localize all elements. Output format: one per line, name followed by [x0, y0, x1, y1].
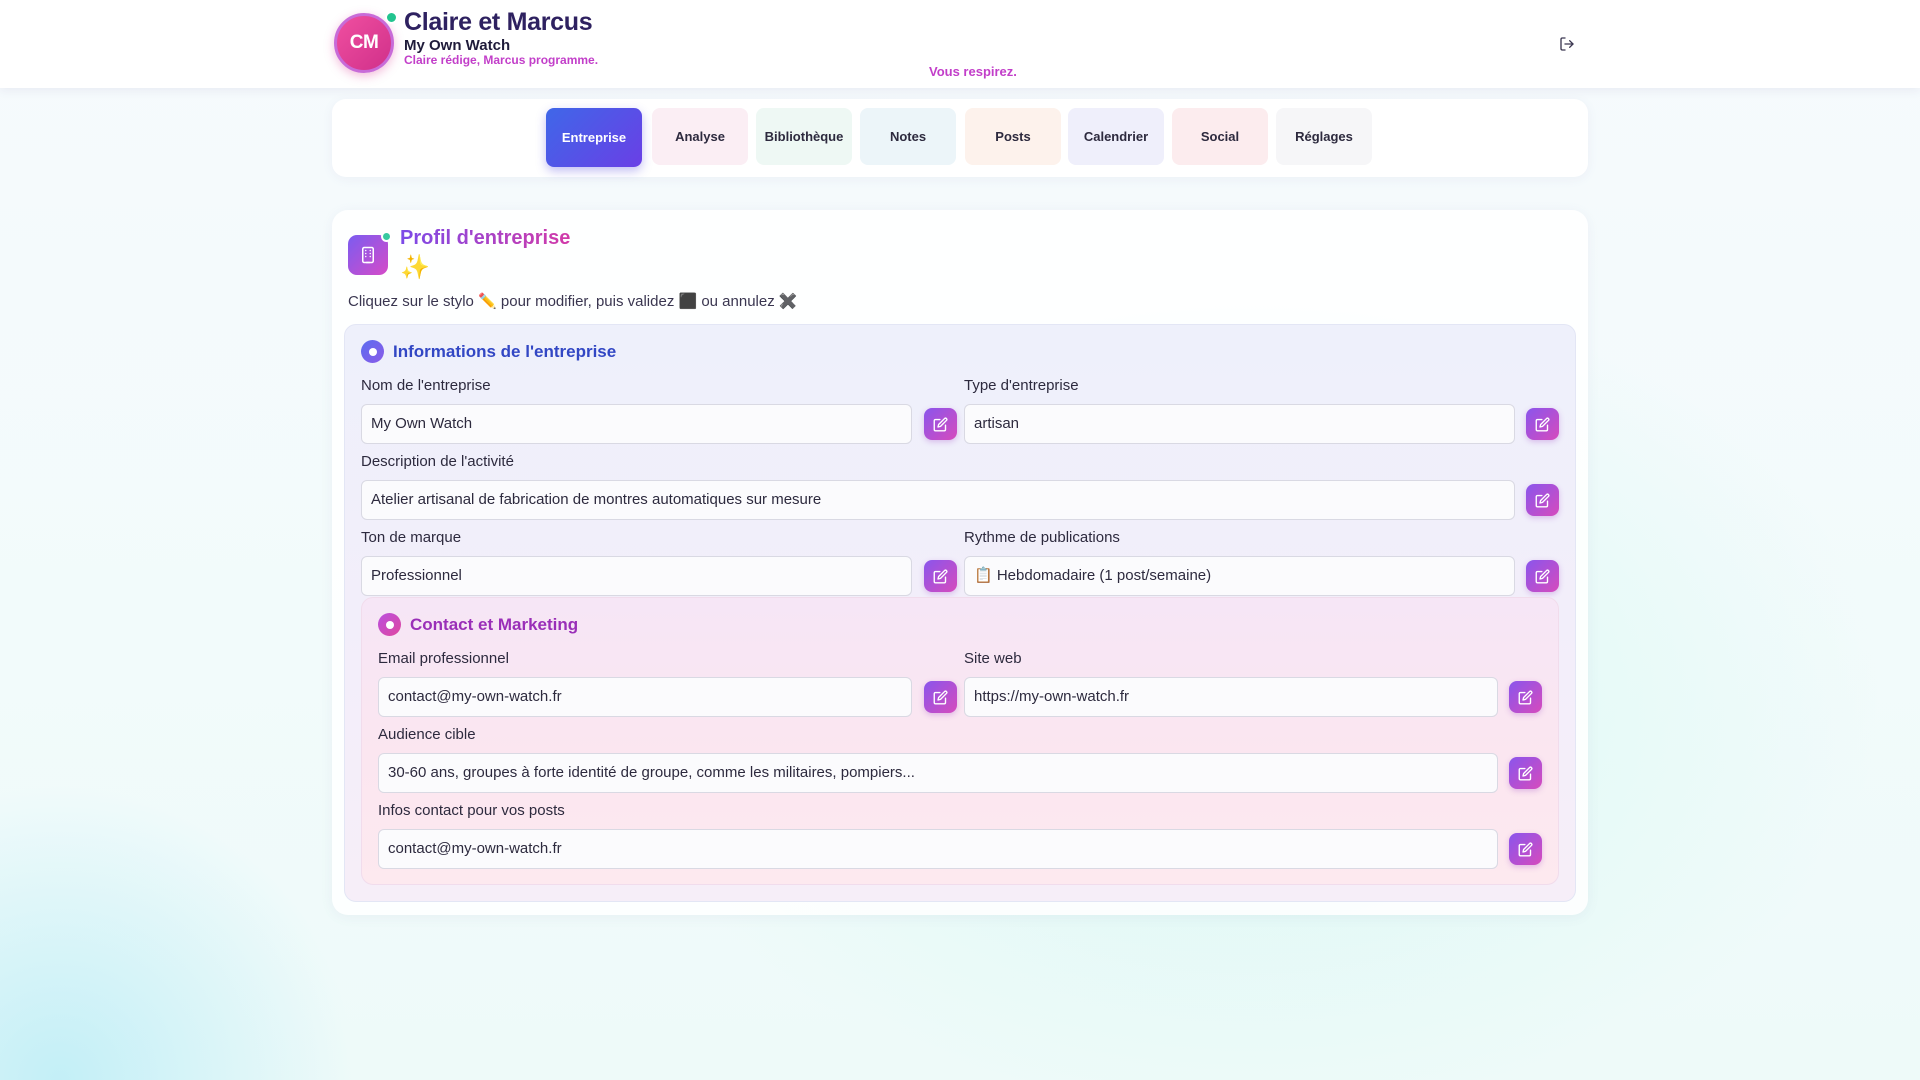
- tagline: Claire rédige, Marcus programme.: [404, 53, 599, 67]
- section-title-contact-marketing: Contact et Marketing: [410, 615, 579, 634]
- tab-social[interactable]: Social: [1172, 108, 1268, 165]
- online-status-dot: [385, 11, 398, 24]
- tab-posts[interactable]: Posts: [965, 108, 1061, 165]
- edit-brand-tone-button[interactable]: [924, 560, 957, 592]
- tab-analyse[interactable]: Analyse: [652, 108, 748, 165]
- edit-description-button[interactable]: [1526, 484, 1559, 516]
- audience-field[interactable]: 30-60 ans, groupes à forte identité de g…: [378, 753, 1498, 793]
- pencil-icon: [933, 417, 948, 431]
- website-field[interactable]: https://my-own-watch.fr: [964, 677, 1498, 717]
- app-title: Claire et Marcus: [404, 8, 593, 36]
- edit-post-contact-button[interactable]: [1509, 833, 1542, 865]
- tab-entreprise[interactable]: Entreprise: [546, 108, 642, 167]
- email-field[interactable]: contact@my-own-watch.fr: [378, 677, 912, 717]
- email-label: Email professionnel: [378, 650, 509, 667]
- edit-publication-rhythm-button[interactable]: [1526, 560, 1559, 592]
- brand-tone-field[interactable]: Professionnel: [361, 556, 912, 596]
- pencil-icon: [933, 569, 948, 583]
- tab-calendrier[interactable]: Calendrier: [1068, 108, 1164, 165]
- edit-hint: Cliquez sur le stylo ✏️ pour modifier, p…: [348, 293, 798, 310]
- company-name-field[interactable]: My Own Watch: [361, 404, 912, 444]
- description-field[interactable]: Atelier artisanal de fabrication de mont…: [361, 480, 1515, 520]
- tab-notes[interactable]: Notes: [860, 108, 956, 165]
- brand-tone-label: Ton de marque: [361, 529, 462, 546]
- company-type-field[interactable]: artisan: [964, 404, 1515, 444]
- pencil-icon: [933, 690, 948, 704]
- company-name-label: Nom de l'entreprise: [361, 377, 491, 394]
- edit-company-name-button[interactable]: [924, 408, 957, 440]
- website-label: Site web: [964, 650, 1022, 667]
- avatar-initials: CM: [334, 13, 394, 73]
- logout-icon: [1560, 37, 1574, 51]
- edit-company-type-button[interactable]: [1526, 408, 1559, 440]
- edit-email-button[interactable]: [924, 681, 957, 713]
- tab-bibliotheque[interactable]: Bibliothèque: [756, 108, 852, 165]
- section-bullet-icon: [378, 613, 401, 636]
- audience-label: Audience cible: [378, 726, 476, 743]
- pencil-icon: [1518, 842, 1533, 856]
- pencil-icon: [1518, 766, 1533, 780]
- tab-bar: Entreprise Analyse Bibliothèque Notes Po…: [332, 99, 1588, 177]
- pencil-icon: [1535, 493, 1550, 507]
- logout-button[interactable]: [1556, 33, 1578, 55]
- section-bullet-icon: [361, 340, 384, 363]
- post-contact-label: Infos contact pour vos posts: [378, 802, 565, 819]
- avatar[interactable]: CM: [334, 11, 398, 73]
- section-title-company-info: Informations de l'entreprise: [393, 342, 617, 361]
- tab-reglages[interactable]: Réglages: [1276, 108, 1372, 165]
- page-title: Profil d'entreprise: [400, 227, 571, 249]
- publication-rhythm-label: Rythme de publications: [964, 529, 1120, 546]
- company-subtitle: My Own Watch: [404, 37, 511, 54]
- pencil-icon: [1518, 690, 1533, 704]
- pencil-icon: [1535, 417, 1550, 431]
- sparkle-icon: ✨: [400, 254, 430, 281]
- edit-audience-button[interactable]: [1509, 757, 1542, 789]
- company-type-label: Type d'entreprise: [964, 377, 1079, 394]
- publication-rhythm-field[interactable]: 📋 Hebdomadaire (1 post/semaine): [964, 556, 1515, 596]
- description-label: Description de l'activité: [361, 453, 514, 470]
- status-message: Vous respirez.: [929, 64, 1017, 79]
- pencil-icon: [1535, 569, 1550, 583]
- status-dot: [381, 231, 392, 242]
- edit-website-button[interactable]: [1509, 681, 1542, 713]
- app-header: CM Claire et Marcus My Own Watch Claire …: [0, 0, 1920, 88]
- building-icon: [348, 235, 388, 275]
- post-contact-field[interactable]: contact@my-own-watch.fr: [378, 829, 1498, 869]
